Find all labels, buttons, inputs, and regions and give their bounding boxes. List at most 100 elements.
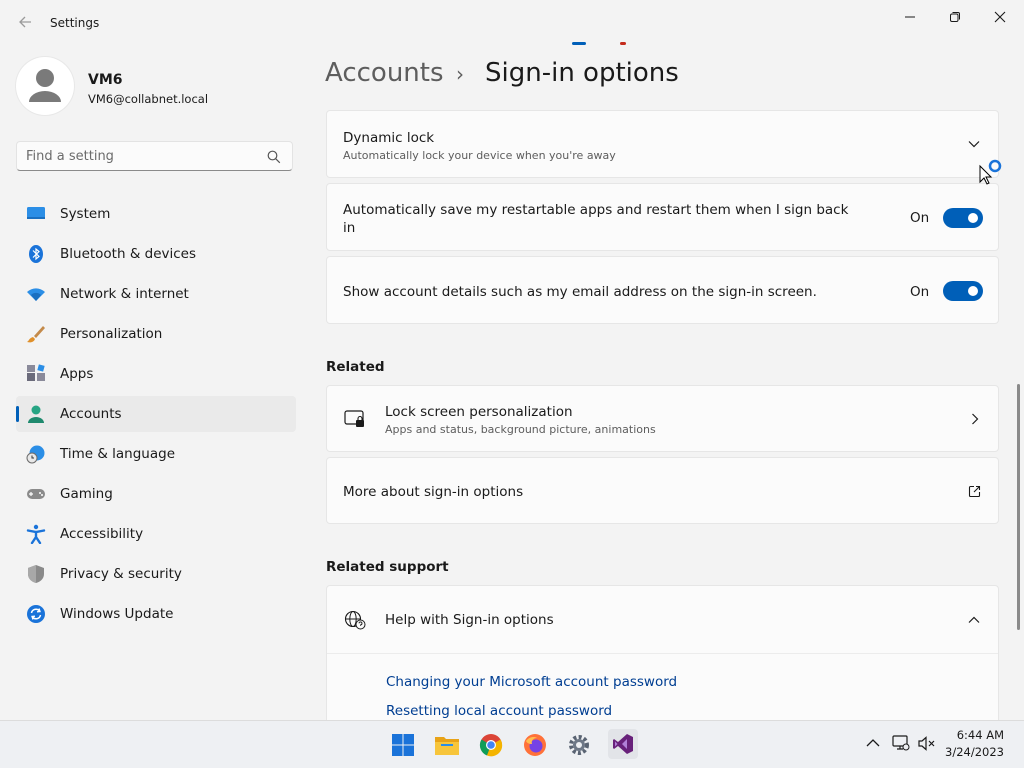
nav-label: Time & language (60, 446, 176, 462)
close-button[interactable] (977, 6, 1023, 28)
network-icon[interactable] (892, 735, 910, 751)
nav-label: Bluetooth & devices (60, 246, 197, 262)
nav-label: Apps (60, 366, 94, 382)
minimize-button[interactable] (887, 6, 933, 28)
breadcrumb-separator: › (456, 62, 464, 86)
nav-label: Accounts (60, 406, 122, 422)
nav-item-bluetooth[interactable]: Bluetooth & devices (16, 236, 296, 272)
brush-icon (26, 324, 46, 344)
back-button[interactable] (14, 14, 36, 34)
more-signin-title: More about sign-in options (343, 484, 524, 500)
related-support-heading: Related support (326, 559, 449, 575)
accessibility-icon (26, 524, 46, 544)
nav-item-windows-update[interactable]: Windows Update (16, 596, 296, 632)
lock-screen-card[interactable]: Lock screen personalization Apps and sta… (326, 385, 999, 452)
search-icon[interactable] (266, 149, 282, 165)
more-signin-card[interactable]: More about sign-in options (326, 457, 999, 524)
nav-item-system[interactable]: System (16, 196, 296, 232)
bluetooth-icon (26, 244, 46, 264)
toggle-knob (968, 286, 978, 296)
restart-apps-toggle[interactable] (943, 208, 983, 228)
clock-date[interactable]: 3/24/2023 (945, 745, 1004, 759)
help-signin-header[interactable]: Help with Sign-in options (327, 586, 998, 653)
nav-label: Network & internet (60, 286, 189, 302)
firefox-icon[interactable] (521, 731, 549, 759)
chrome-icon[interactable] (477, 731, 505, 759)
minimize-icon (905, 16, 915, 18)
dynamic-lock-subtitle: Automatically lock your device when you'… (343, 149, 616, 162)
clock-time[interactable]: 6:44 AM (957, 728, 1004, 742)
page-title: Sign-in options (485, 58, 679, 88)
file-explorer-icon[interactable] (433, 731, 461, 759)
app-title: Settings (50, 16, 100, 30)
maximize-button[interactable] (932, 6, 978, 28)
visual-studio-running-indicator (620, 42, 626, 45)
nav-item-gaming[interactable]: Gaming (16, 476, 296, 512)
busy-cursor-icon (979, 159, 1002, 185)
nav-item-time-language[interactable]: Time & language (16, 436, 296, 472)
help-signin-card: Help with Sign-in options Changing your … (326, 585, 999, 735)
restart-apps-title-line1: Automatically save my restartable apps a… (343, 202, 849, 218)
lock-screen-icon (344, 410, 364, 427)
restart-apps-state: On (910, 210, 930, 226)
dynamic-lock-card[interactable]: Dynamic lock Automatically lock your dev… (326, 110, 999, 178)
nav-item-privacy-security[interactable]: Privacy & security (16, 556, 296, 592)
related-heading: Related (326, 359, 385, 375)
help-signin-title: Help with Sign-in options (385, 612, 554, 628)
lock-screen-title: Lock screen personalization (385, 404, 573, 420)
nav-item-personalization[interactable]: Personalization (16, 316, 296, 352)
nav-label: Windows Update (60, 606, 174, 622)
external-link-icon (968, 485, 981, 498)
nav-item-network[interactable]: Network & internet (16, 276, 296, 312)
account-details-state: On (910, 284, 930, 300)
gaming-icon (26, 484, 46, 504)
settings-running-indicator (572, 42, 586, 45)
chevron-right-icon (972, 413, 979, 425)
divider (327, 653, 998, 654)
apps-icon (26, 364, 46, 384)
breadcrumb-parent[interactable]: Accounts (325, 58, 444, 88)
search-input[interactable] (26, 147, 261, 165)
nav-label: Accessibility (60, 526, 144, 542)
windows-start-icon[interactable] (389, 731, 417, 759)
wifi-icon (26, 284, 46, 304)
visual-studio-icon[interactable] (608, 729, 638, 759)
user-name: VM6 (88, 72, 123, 88)
help-link-change-password[interactable]: Changing your Microsoft account password (386, 674, 677, 690)
back-arrow-icon (19, 16, 31, 28)
account-details-card: Show account details such as my email ad… (326, 256, 999, 324)
volume-muted-icon[interactable] (918, 736, 936, 751)
accounts-icon (26, 404, 46, 424)
close-icon (994, 11, 1006, 23)
dynamic-lock-title: Dynamic lock (343, 130, 435, 146)
nav-item-apps[interactable]: Apps (16, 356, 296, 392)
user-email: VM6@collabnet.local (88, 92, 209, 106)
nav-item-accessibility[interactable]: Accessibility (16, 516, 296, 552)
update-icon (26, 604, 46, 624)
shield-icon (26, 564, 46, 584)
chevron-up-icon[interactable] (968, 616, 980, 624)
toggle-knob (968, 213, 978, 223)
system-icon (26, 204, 46, 224)
avatar[interactable] (16, 57, 74, 115)
active-indicator (16, 406, 19, 422)
settings-icon[interactable] (565, 731, 593, 759)
restart-apps-title-line2: in (343, 220, 356, 236)
lock-screen-subtitle: Apps and status, background picture, ani… (385, 423, 656, 436)
scrollbar[interactable] (1017, 384, 1020, 630)
time-language-icon (26, 444, 46, 464)
help-link-reset-password[interactable]: Resetting local account password (386, 703, 612, 719)
user-icon (29, 69, 61, 102)
nav-label: Gaming (60, 486, 113, 502)
nav-label: System (60, 206, 111, 222)
account-details-toggle[interactable] (943, 281, 983, 301)
account-details-title: Show account details such as my email ad… (343, 284, 817, 300)
search-box[interactable] (16, 141, 293, 171)
nav-label: Personalization (60, 326, 163, 342)
restart-apps-card: Automatically save my restartable apps a… (326, 183, 999, 251)
nav-item-accounts[interactable]: Accounts (16, 396, 296, 432)
chevron-down-icon[interactable] (968, 140, 980, 148)
globe-help-icon (344, 610, 366, 630)
maximize-icon (950, 12, 960, 22)
chevron-up-icon[interactable] (866, 738, 880, 748)
